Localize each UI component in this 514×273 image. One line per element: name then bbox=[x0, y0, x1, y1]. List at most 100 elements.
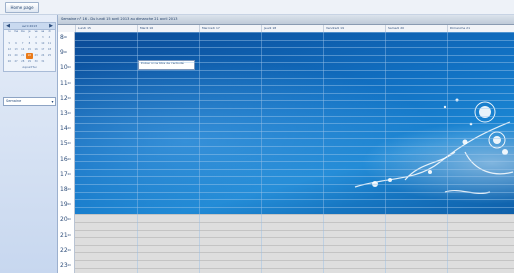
chevron-down-icon: ▾ bbox=[51, 99, 54, 104]
hour-minutes: 00 bbox=[67, 96, 71, 100]
mini-calendar: ◀ avril 2013 ▶ lu ma me je ve sa di 1234567891… bbox=[3, 22, 56, 72]
grid-row-line bbox=[75, 199, 514, 200]
hour-label: 2200 bbox=[60, 247, 71, 255]
today-link[interactable]: Aujourd'hui bbox=[16, 66, 43, 69]
hour-label: 1000 bbox=[60, 64, 71, 72]
grid-row-line bbox=[75, 176, 514, 177]
hour-label: 2000 bbox=[60, 216, 71, 224]
grid-row-line bbox=[75, 260, 514, 261]
grid-row-line bbox=[75, 62, 514, 63]
grid-row-line bbox=[75, 108, 514, 109]
hour-number: 14 bbox=[60, 125, 68, 133]
hour-label: 1300 bbox=[60, 110, 71, 118]
hour-minutes: 00 bbox=[63, 36, 68, 39]
home-button[interactable]: Home page bbox=[5, 2, 39, 13]
grid-row-line bbox=[75, 85, 514, 86]
grid-row-line bbox=[75, 70, 514, 71]
hour-number: 21 bbox=[60, 231, 68, 239]
day-column-header[interactable]: Jeudi 18 bbox=[261, 25, 323, 32]
hour-minutes: 00 bbox=[67, 81, 71, 85]
grid-row-line bbox=[75, 116, 514, 117]
calendar-header: ◀ avril 2013 ▶ bbox=[4, 23, 55, 30]
hour-number: 22 bbox=[60, 246, 68, 254]
grid-row-line bbox=[75, 32, 514, 33]
grid-row-line bbox=[75, 161, 514, 162]
view-select-value: Semaine bbox=[6, 99, 22, 103]
hour-label: 1700 bbox=[60, 171, 71, 179]
hour-number: 23 bbox=[60, 262, 68, 269]
grid-row-line bbox=[75, 245, 514, 246]
grid-row-line bbox=[75, 123, 514, 124]
hour-label: 2300 bbox=[60, 262, 71, 270]
hour-label: 1100 bbox=[60, 80, 71, 88]
grid-row-line bbox=[75, 192, 514, 193]
calendar-day[interactable]: 29 bbox=[26, 59, 33, 65]
hour-label: 1200 bbox=[60, 95, 71, 103]
day-column-header[interactable]: Vendredi 19 bbox=[323, 25, 385, 32]
hour-label: 900 bbox=[60, 49, 67, 57]
calendar-month-title: avril 2013 bbox=[21, 24, 38, 28]
week-header: Semaine n° 16 - Du lundi 15 avril 2013 a… bbox=[58, 15, 514, 25]
hour-number: 16 bbox=[60, 155, 68, 163]
grid-row-line bbox=[75, 222, 514, 223]
hour-number: 13 bbox=[60, 110, 68, 117]
grid-column-line bbox=[323, 32, 324, 273]
grid-row-line bbox=[75, 131, 514, 132]
chevron-right-icon[interactable]: ▶ bbox=[48, 23, 54, 29]
day-column-header[interactable]: Mardi 16 bbox=[137, 25, 199, 32]
grid-row-line bbox=[75, 78, 514, 79]
calendar-day[interactable]: 31 bbox=[39, 59, 46, 65]
day-column-header[interactable]: Samedi 20 bbox=[385, 25, 447, 32]
week-title: Semaine n° 16 - Du lundi 15 avril 2013 a… bbox=[61, 17, 178, 21]
hour-number: 12 bbox=[60, 94, 68, 102]
hour-minutes: 00 bbox=[67, 233, 71, 237]
calendar-day[interactable]: 28 bbox=[19, 59, 26, 65]
top-toolbar: Home page bbox=[0, 0, 514, 15]
calendar-weekdays: lu ma me je ve sa di bbox=[6, 30, 53, 34]
hour-number: 11 bbox=[60, 79, 68, 87]
calendar-day[interactable]: 26 bbox=[6, 59, 13, 65]
calendar-days: 1 2 3 4 5 6 7 8 9 10 11 12 13 14 15 16 17 18 19 20 21 22 23 24 2… bbox=[6, 35, 53, 65]
hour-minutes: 00 bbox=[67, 127, 71, 131]
time-gutter: 800 900 1000 1100 1200 1300 1400 1500 1600 1700 18… bbox=[58, 32, 75, 273]
weekday-label: sa bbox=[41, 30, 45, 33]
hour-label: 1400 bbox=[60, 125, 71, 133]
day-column-header[interactable]: Lundi 15 bbox=[75, 25, 137, 32]
grid-row-line bbox=[75, 184, 514, 185]
floral-decoration bbox=[354, 98, 514, 195]
weekday-label: lu bbox=[8, 30, 11, 33]
grid-row-line bbox=[75, 47, 514, 48]
sidebar: ◀ avril 2013 ▶ lu ma me je ve sa di 1234567891… bbox=[0, 15, 58, 273]
hour-minutes: 00 bbox=[63, 51, 68, 55]
calendar-day[interactable]: 27 bbox=[13, 59, 20, 65]
hour-number: 19 bbox=[60, 201, 68, 209]
view-select[interactable]: Semaine ▾ bbox=[3, 97, 56, 106]
grid-row-line bbox=[75, 93, 514, 94]
grid-row-line bbox=[75, 252, 514, 253]
calendar-day[interactable]: 30 bbox=[33, 59, 40, 65]
hour-minutes: 00 bbox=[67, 218, 71, 222]
schedule-grid[interactable]: Entrer ici le titre de l'activité bbox=[75, 32, 514, 273]
grid-column-line bbox=[385, 32, 386, 273]
hour-number: 15 bbox=[60, 140, 68, 148]
grid-row-line bbox=[75, 40, 514, 41]
grid-column-line bbox=[447, 32, 448, 273]
grid-row-line bbox=[75, 214, 514, 215]
weekday-label: ve bbox=[34, 30, 38, 33]
calendar-day bbox=[46, 59, 53, 65]
hour-number: 17 bbox=[60, 170, 68, 178]
hour-label: 1900 bbox=[60, 201, 71, 209]
grid-row-line bbox=[75, 169, 514, 170]
grid-row-line bbox=[75, 230, 514, 231]
hour-minutes: 00 bbox=[67, 112, 71, 115]
day-column-header[interactable]: Mercredi 17 bbox=[199, 25, 261, 32]
grid-column-line bbox=[199, 32, 200, 273]
hour-label: 2100 bbox=[60, 232, 71, 240]
grid-row-line bbox=[75, 237, 514, 238]
grid-row-line bbox=[75, 207, 514, 208]
day-column-header[interactable]: Dimanche 21 bbox=[447, 25, 509, 32]
weekday-label: me bbox=[20, 30, 25, 33]
hour-minutes: 00 bbox=[67, 157, 71, 161]
hour-minutes: 00 bbox=[67, 188, 71, 191]
hour-label: 1500 bbox=[60, 140, 71, 148]
